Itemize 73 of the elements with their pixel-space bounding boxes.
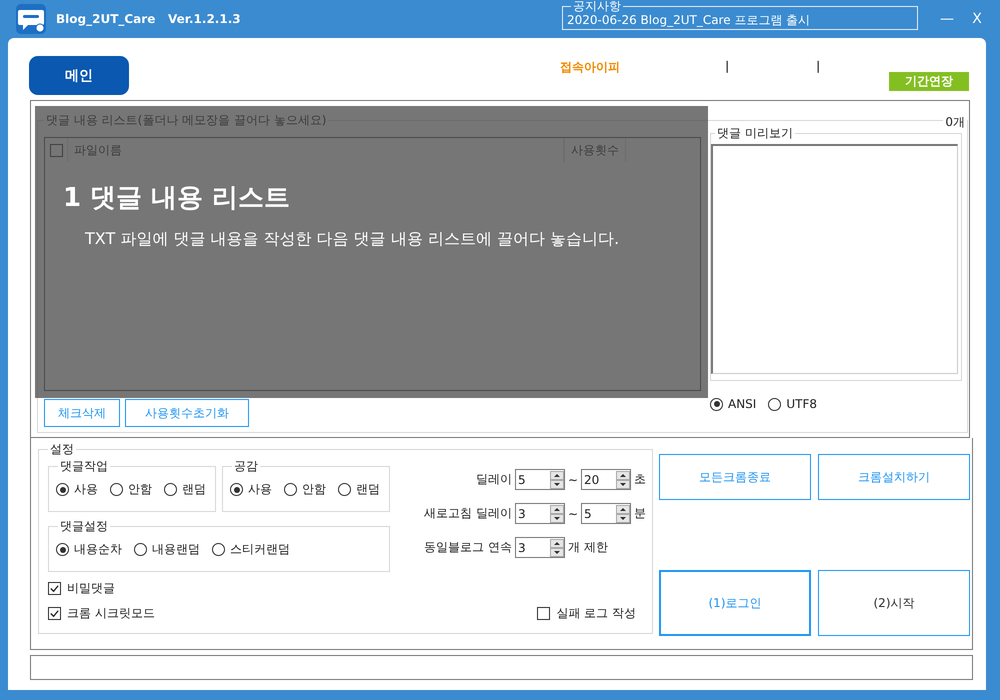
spinner-label: 새로고침 딜레이 <box>423 505 512 522</box>
radio-label: 랜덤 <box>182 481 206 498</box>
number-field[interactable]: 5 <box>581 503 631 524</box>
radio-label: 내용랜덤 <box>152 541 200 558</box>
separator-mark: | <box>725 59 730 73</box>
radio-button[interactable] <box>164 483 177 496</box>
range-separator: ~ <box>568 472 578 486</box>
action-button[interactable]: (1)로그인 <box>659 570 811 636</box>
radio-label: 안함 <box>128 481 152 498</box>
checkbox[interactable] <box>48 607 61 620</box>
unit-label: 개 제한 <box>568 539 608 556</box>
radio-label: 랜덤 <box>356 481 380 498</box>
close-button[interactable]: X <box>962 11 992 27</box>
spinner-arrows-icon[interactable] <box>550 470 564 488</box>
number-field[interactable]: 3 <box>515 537 565 558</box>
radio-button[interactable] <box>56 483 69 496</box>
checkbox-label: 크롬 시크릿모드 <box>67 605 155 622</box>
radio-button[interactable] <box>710 398 723 410</box>
radio-button[interactable] <box>284 483 297 496</box>
radio-button[interactable] <box>338 483 351 496</box>
notice-label: 공지사항 <box>572 0 622 12</box>
separator-mark: | <box>816 59 820 73</box>
checkbox-label: 실패 로그 작성 <box>556 605 636 622</box>
radio-label: UTF8 <box>786 397 817 411</box>
radio-button[interactable] <box>56 543 69 556</box>
number-field[interactable]: 3 <box>515 503 565 524</box>
ip-label: 접속아이피 <box>560 60 620 74</box>
settings-title: 설정 <box>49 441 75 458</box>
radio-button[interactable] <box>110 483 123 496</box>
app-title: Blog_2UT_Care <box>56 12 156 26</box>
action-button[interactable]: 크롬설치하기 <box>818 454 970 500</box>
radio-button[interactable] <box>212 543 225 556</box>
list-action-button[interactable]: 사용횟수초기화 <box>125 399 249 427</box>
minimize-button[interactable]: — <box>932 11 962 27</box>
radio-label: 사용 <box>74 481 98 498</box>
spinner-arrows-icon[interactable] <box>616 470 630 488</box>
radio-label: ANSI <box>728 397 756 411</box>
spinner-arrows-icon[interactable] <box>616 504 630 522</box>
group-title: 댓글설정 <box>59 518 109 535</box>
unit-label: 초 <box>634 471 646 488</box>
preview-title: 댓글 미리보기 <box>716 125 794 142</box>
number-field[interactable]: 20 <box>581 469 631 490</box>
checkbox[interactable] <box>537 607 550 620</box>
checkbox-label: 비밀댓글 <box>67 580 115 597</box>
tutorial-title: 1 댓글 내용 리스트 <box>63 182 292 215</box>
number-field[interactable]: 5 <box>515 469 565 490</box>
action-button[interactable]: (2)시작 <box>818 570 970 636</box>
item-count: 0개 <box>943 114 967 131</box>
notice-text: 2020-06-26 Blog_2UT_Care 프로그램 출시 <box>567 12 812 28</box>
list-title: 댓글 내용 리스트(폴더나 메모장을 끌어다 놓으세요) <box>45 112 328 129</box>
radio-button[interactable] <box>134 543 147 556</box>
radio-label: 사용 <box>248 481 272 498</box>
blog-logo-icon <box>16 4 46 34</box>
main-tab-button[interactable]: 메인 <box>29 56 129 95</box>
spinner-arrows-icon[interactable] <box>550 538 564 556</box>
spinner-label: 동일블로그 연속 <box>423 539 512 556</box>
group-title: 댓글작업 <box>59 458 109 475</box>
radio-label: 내용순차 <box>74 541 122 558</box>
radio-label: 안함 <box>302 481 326 498</box>
radio-button[interactable] <box>230 483 243 496</box>
checkbox[interactable] <box>48 582 61 595</box>
version-label: Ver.1.2.1.3 <box>168 12 242 26</box>
action-button[interactable]: 모든크롬종료 <box>659 454 811 500</box>
extend-period-button[interactable]: 기간연장 <box>889 72 969 91</box>
spinner-label: 딜레이 <box>475 471 512 488</box>
unit-label: 분 <box>634 505 646 522</box>
range-separator: ~ <box>568 506 578 520</box>
tutorial-text: TXT 파일에 댓글 내용을 작성한 다음 댓글 내용 리스트에 끌어다 놓습니다. <box>85 229 620 250</box>
group-title: 공감 <box>233 458 259 475</box>
spinner-arrows-icon[interactable] <box>550 504 564 522</box>
radio-button[interactable] <box>768 398 782 410</box>
list-action-button[interactable]: 체크삭제 <box>44 399 120 427</box>
radio-label: 스티커랜덤 <box>230 541 290 558</box>
